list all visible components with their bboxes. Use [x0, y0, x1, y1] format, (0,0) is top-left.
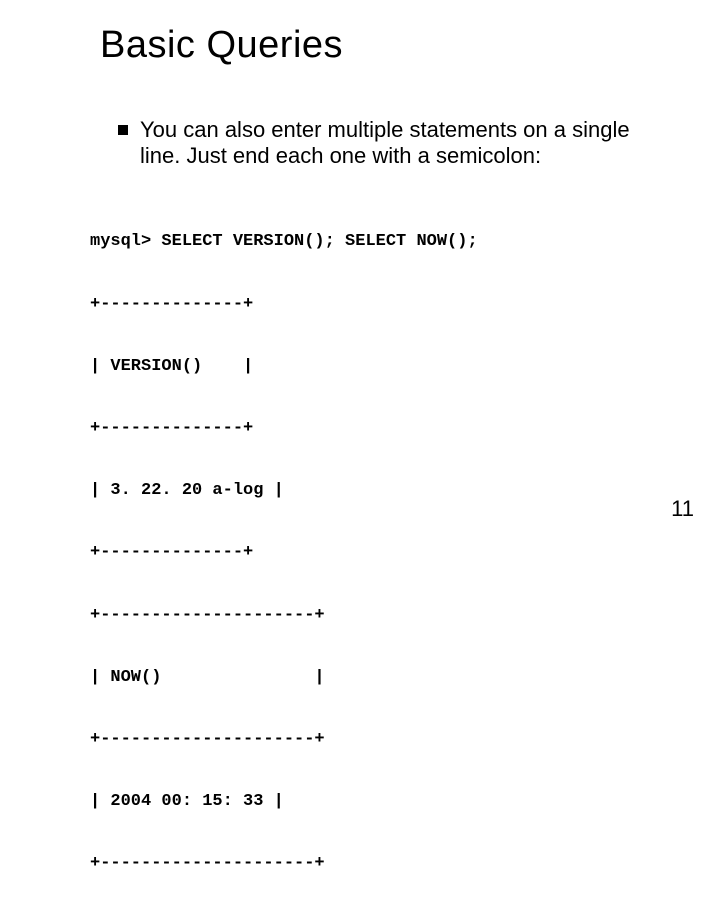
code-line: mysql> SELECT VERSION(); SELECT NOW();	[90, 232, 660, 253]
code-line: | 3. 22. 20 a-log |	[90, 481, 660, 502]
code-line: | 2004 00: 15: 33 |	[90, 792, 660, 813]
code-line: +--------------+	[90, 295, 660, 316]
code-line: +---------------------+	[90, 606, 660, 627]
code-line: | NOW() |	[90, 668, 660, 689]
slide: Basic Queries You can also enter multipl…	[0, 0, 720, 540]
bullet-text: You can also enter multiple statements o…	[140, 117, 660, 169]
bullet-item: You can also enter multiple statements o…	[118, 117, 660, 169]
slide-title: Basic Queries	[100, 24, 660, 67]
code-line: +--------------+	[90, 543, 660, 564]
code-line: | VERSION() |	[90, 357, 660, 378]
code-line: +--------------+	[90, 419, 660, 440]
square-bullet-icon	[118, 125, 128, 135]
code-line: +---------------------+	[90, 854, 660, 875]
page-number: 11	[671, 496, 694, 522]
code-block: mysql> SELECT VERSION(); SELECT NOW(); +…	[90, 191, 660, 917]
slide-body: You can also enter multiple statements o…	[100, 117, 660, 917]
code-line: +---------------------+	[90, 730, 660, 751]
